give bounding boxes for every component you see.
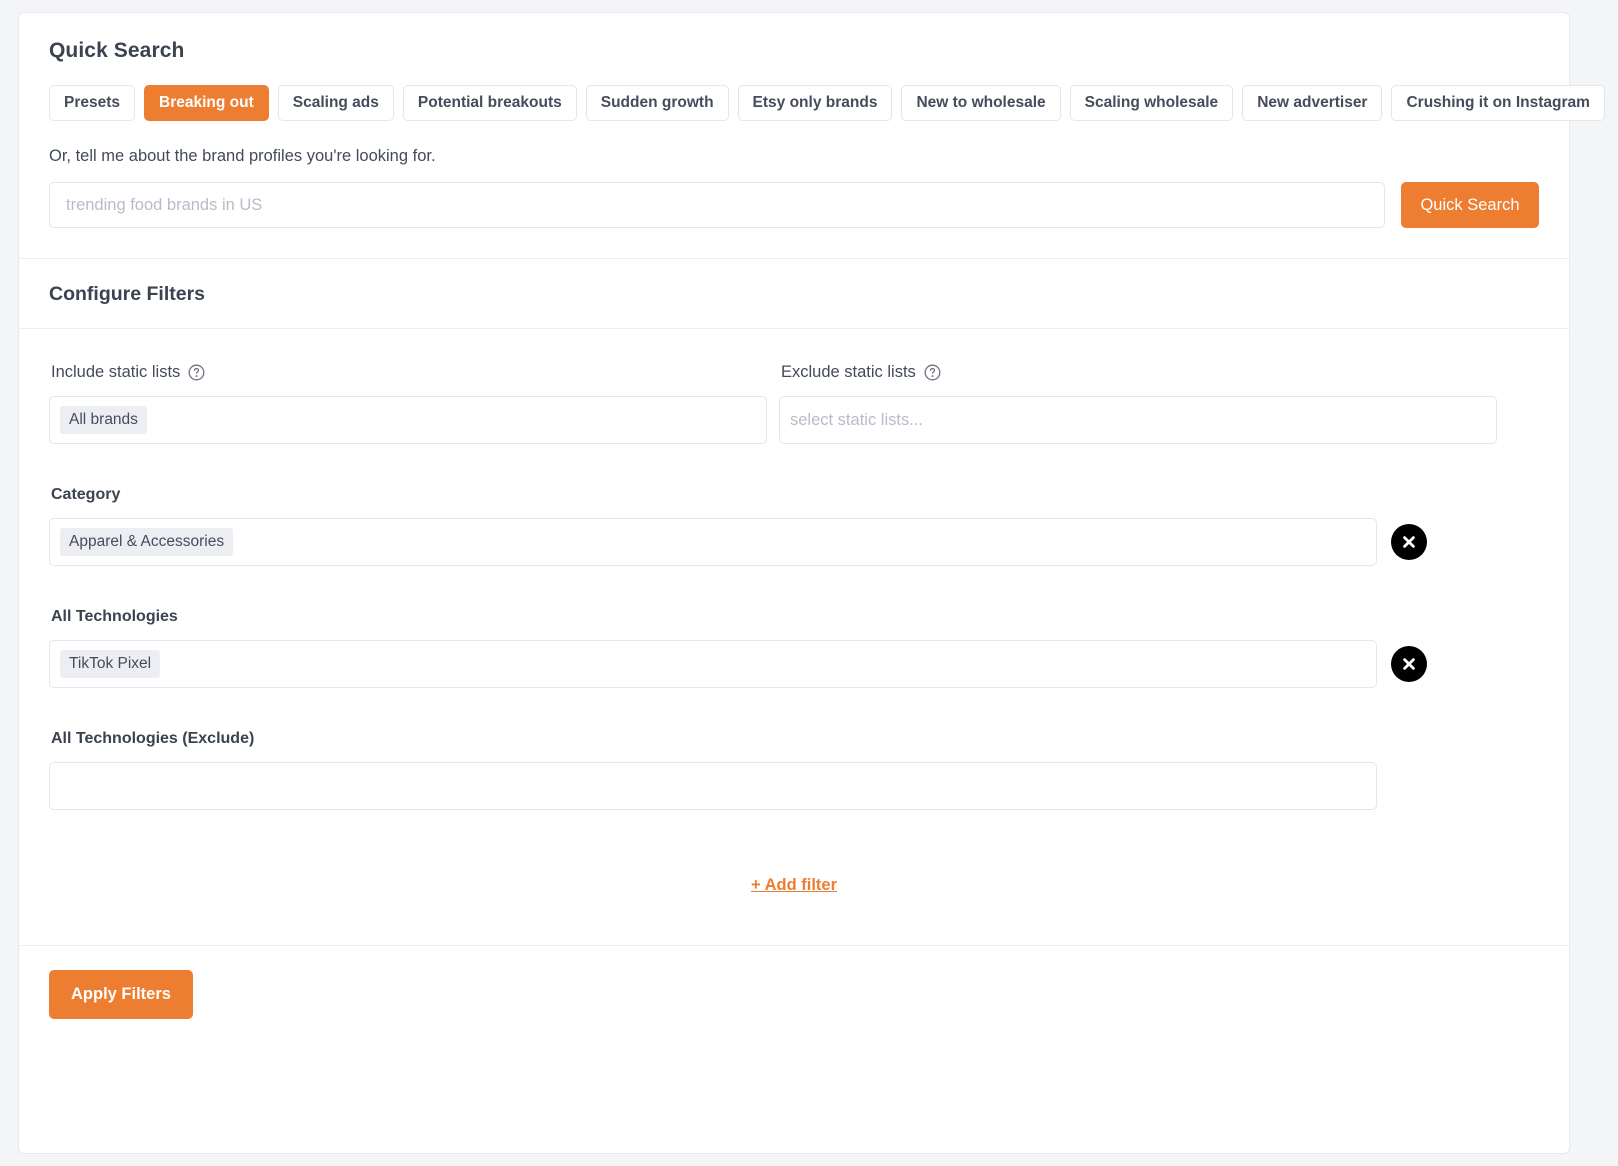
preset-etsy-only-brands[interactable]: Etsy only brands [738, 85, 893, 121]
add-filter-row: + Add filter [49, 876, 1539, 945]
preset-sudden-growth[interactable]: Sudden growth [586, 85, 729, 121]
filter-row-category: Apparel & Accessories [49, 518, 1539, 566]
quick-search-prompt: Or, tell me about the brand profiles you… [49, 147, 1539, 166]
filter-label-category: Category [51, 486, 1539, 504]
include-static-lists-group: Include static lists All brands [49, 363, 767, 444]
card-footer: Apply Filters [19, 945, 1569, 1045]
preset-presets[interactable]: Presets [49, 85, 135, 121]
filter-block-all-technologies: All Technologies TikTok Pixel [49, 608, 1539, 688]
configure-filters-header: Configure Filters [19, 259, 1569, 328]
quick-search-input[interactable] [49, 182, 1385, 228]
add-filter-link[interactable]: + Add filter [751, 876, 837, 895]
include-static-lists-label-row: Include static lists [51, 363, 767, 382]
close-circle-icon-category[interactable] [1391, 524, 1427, 560]
filter-block-category: Category Apparel & Accessories [49, 486, 1539, 566]
filter-label-all-technologies: All Technologies [51, 608, 1539, 626]
chip-all-brands[interactable]: All brands [60, 406, 147, 434]
preset-potential-breakouts[interactable]: Potential breakouts [403, 85, 577, 121]
filter-block-all-technologies-exclude: All Technologies (Exclude) [49, 730, 1539, 810]
chip-apparel-accessories[interactable]: Apparel & Accessories [60, 528, 233, 556]
preset-scaling-ads[interactable]: Scaling ads [278, 85, 394, 121]
preset-button-row: Presets Breaking out Scaling ads Potenti… [49, 85, 1539, 121]
exclude-static-lists-field[interactable]: select static lists... [779, 396, 1497, 444]
close-circle-icon-all-technologies[interactable] [1391, 646, 1427, 682]
exclude-static-lists-label: Exclude static lists [781, 363, 916, 382]
filters-body: Include static lists All brands [19, 329, 1569, 945]
configure-filters-title: Configure Filters [49, 283, 1539, 306]
preset-new-to-wholesale[interactable]: New to wholesale [901, 85, 1060, 121]
quick-search-title: Quick Search [49, 39, 1539, 63]
filter-row-all-technologies: TikTok Pixel [49, 640, 1539, 688]
preset-scaling-wholesale[interactable]: Scaling wholesale [1070, 85, 1234, 121]
preset-breaking-out[interactable]: Breaking out [144, 85, 269, 121]
preset-new-advertiser[interactable]: New advertiser [1242, 85, 1382, 121]
include-static-lists-label: Include static lists [51, 363, 180, 382]
exclude-static-lists-placeholder: select static lists... [790, 411, 923, 430]
page-root: Quick Search Presets Breaking out Scalin… [0, 0, 1618, 1166]
filter-label-all-technologies-exclude: All Technologies (Exclude) [51, 730, 1539, 748]
search-filters-card: Quick Search Presets Breaking out Scalin… [18, 12, 1570, 1154]
exclude-static-lists-label-row: Exclude static lists [781, 363, 1497, 382]
filter-field-all-technologies[interactable]: TikTok Pixel [49, 640, 1377, 688]
question-circle-icon[interactable] [924, 364, 941, 381]
quick-search-input-row: Quick Search [49, 182, 1539, 228]
filter-row-all-technologies-exclude [49, 762, 1539, 810]
include-static-lists-field[interactable]: All brands [49, 396, 767, 444]
filter-field-category[interactable]: Apparel & Accessories [49, 518, 1377, 566]
filter-field-all-technologies-exclude[interactable] [49, 762, 1377, 810]
question-circle-icon[interactable] [188, 364, 205, 381]
static-lists-row: Include static lists All brands [49, 363, 1539, 444]
quick-search-section: Quick Search Presets Breaking out Scalin… [19, 13, 1569, 258]
exclude-static-lists-group: Exclude static lists select static lists… [779, 363, 1497, 444]
quick-search-button[interactable]: Quick Search [1401, 182, 1539, 228]
chip-tiktok-pixel[interactable]: TikTok Pixel [60, 650, 160, 678]
apply-filters-button[interactable]: Apply Filters [49, 970, 193, 1019]
preset-crushing-it-on-instagram[interactable]: Crushing it on Instagram [1391, 85, 1604, 121]
